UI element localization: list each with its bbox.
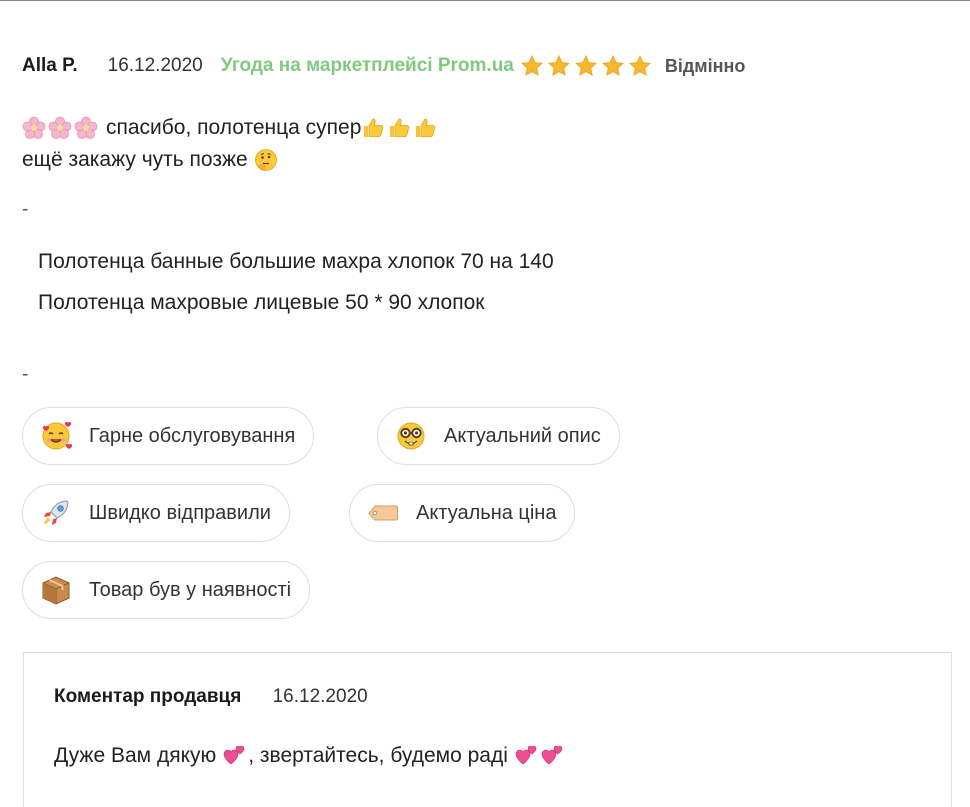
thumbs-up-icon bbox=[390, 118, 410, 137]
rocket-icon bbox=[44, 500, 69, 525]
review-date: 16.12.2020 bbox=[107, 55, 203, 76]
top-divider bbox=[0, 0, 970, 1]
price-tag-icon bbox=[368, 505, 398, 521]
review-line-1-text: спасибо, полотенца супер bbox=[106, 116, 362, 139]
review-line-1: спасибо, полотенца супер bbox=[22, 112, 439, 144]
smiling-face-with-hearts-icon bbox=[42, 421, 73, 450]
tag-label: Товар був у наявності bbox=[89, 578, 292, 601]
seller-comment-title: Коментар продавця bbox=[54, 686, 242, 707]
tag-chip[interactable]: Товар був у наявності bbox=[22, 561, 311, 619]
separator-dash: - bbox=[22, 364, 29, 385]
seller-comment-header: Коментар продавця 16.12.2020 bbox=[54, 686, 368, 708]
deal-badge[interactable]: Угода на маркетплейсі Prom.ua bbox=[221, 53, 514, 79]
star-icon bbox=[628, 55, 651, 76]
two-hearts-icon bbox=[223, 745, 245, 765]
product-item[interactable]: Полотенца махровые лицевые 50 * 90 хлопо… bbox=[38, 282, 554, 323]
review-author: Alla P. bbox=[22, 55, 78, 76]
star-icon bbox=[520, 55, 543, 76]
cherry-blossom-icon bbox=[48, 116, 72, 139]
two-hearts-icon bbox=[515, 745, 537, 765]
separator-dash: - bbox=[22, 199, 29, 220]
tag-chip[interactable]: Гарне обслуговування bbox=[22, 407, 315, 465]
tag-label: Актуальна ціна bbox=[416, 501, 557, 524]
cherry-blossom-icon bbox=[22, 116, 46, 139]
review-body: спасибо, полотенца супер ещё закажу чуть… bbox=[22, 112, 439, 176]
tag-label: Гарне обслуговування bbox=[89, 424, 296, 447]
thinking-face-icon bbox=[254, 149, 277, 171]
star-icon bbox=[601, 55, 624, 76]
nerd-face-icon bbox=[397, 422, 425, 450]
tag-chip[interactable]: Актуальна ціна bbox=[349, 484, 576, 542]
review-page: Alla P. 16.12.2020 Угода на маркетплейсі… bbox=[0, 0, 970, 807]
rating-label: Відмінно bbox=[664, 56, 746, 76]
seller-reply-part-1: Дуже Вам дякую bbox=[54, 744, 217, 767]
cherry-blossom-icon bbox=[74, 116, 98, 139]
two-hearts-icon bbox=[541, 745, 563, 765]
tag-label: Швидко відправили bbox=[89, 501, 271, 524]
thumbs-up-icon bbox=[416, 118, 436, 137]
star-icon bbox=[574, 55, 597, 76]
product-list: Полотенца банные большие махра хлопок 70… bbox=[38, 241, 554, 323]
tag-chip[interactable]: Актуальний опис bbox=[377, 407, 620, 465]
package-icon bbox=[42, 576, 70, 605]
seller-reply-part-2: , звертайтесь, будемо раді bbox=[248, 744, 508, 767]
seller-comment-date: 16.12.2020 bbox=[272, 686, 368, 707]
review-header: Alla P. 16.12.2020 Угода на маркетплейсі… bbox=[22, 53, 745, 79]
tag-chip[interactable]: Швидко відправили bbox=[22, 484, 290, 542]
thumbs-up-icon bbox=[364, 118, 384, 137]
seller-comment-text: Дуже Вам дякую , звертайтесь, будемо рад… bbox=[54, 744, 566, 768]
star-rating bbox=[520, 54, 655, 78]
review-line-2-text: ещё закажу чуть позже bbox=[22, 148, 248, 171]
seller-comment: Коментар продавця 16.12.2020 Дуже Вам дя… bbox=[23, 652, 952, 807]
star-icon bbox=[547, 55, 570, 76]
product-item[interactable]: Полотенца банные большие махра хлопок 70… bbox=[38, 241, 554, 282]
review-line-2: ещё закажу чуть позже bbox=[22, 144, 439, 176]
tag-label: Актуальний опис bbox=[444, 424, 601, 447]
